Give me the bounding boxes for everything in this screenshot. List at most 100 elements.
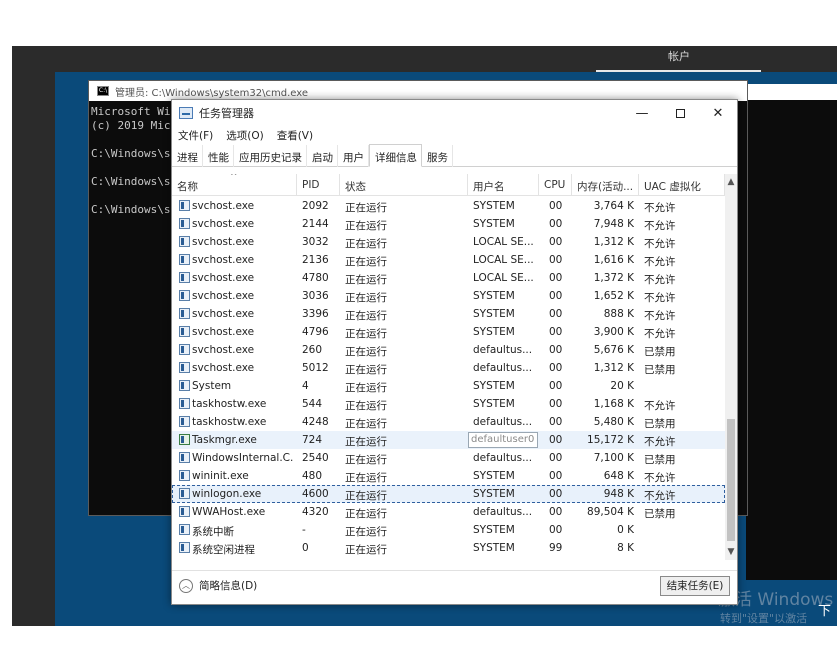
tab-startup[interactable]: 启动 bbox=[307, 145, 338, 167]
process-icon bbox=[179, 200, 190, 211]
process-cpu: 00 bbox=[549, 254, 563, 266]
process-name: taskhostw.exe bbox=[192, 398, 267, 410]
process-icon bbox=[179, 398, 190, 409]
process-username: LOCAL SE... bbox=[473, 236, 534, 248]
table-row[interactable]: 系统中断 - 正在运行 SYSTEM 00 0 K bbox=[172, 521, 725, 539]
task-manager-window[interactable]: 任务管理器 — ✕ 文件(F) 选项(O) 查看(V) 进程 性能 应用历史记录… bbox=[171, 99, 738, 605]
table-row[interactable]: WWAHost.exe 4320 正在运行 defaultus... 00 89,504 … bbox=[172, 503, 725, 521]
process-name: svchost.exe bbox=[192, 254, 255, 266]
process-name: svchost.exe bbox=[192, 344, 255, 356]
process-table[interactable]: 名称 ^ PID 状态 用户名 CPU 内存(活动... UAC 虚拟化 svc… bbox=[172, 174, 725, 560]
process-uac: 不允许 bbox=[644, 238, 676, 250]
process-username: LOCAL SE... bbox=[473, 254, 534, 266]
process-name: svchost.exe bbox=[192, 290, 255, 302]
process-status: 正在运行 bbox=[345, 256, 387, 268]
process-pid: - bbox=[302, 524, 306, 536]
table-row[interactable]: svchost.exe 3032 正在运行 LOCAL SE... 00 1,312 K 不… bbox=[172, 233, 725, 251]
process-uac: 不允许 bbox=[644, 436, 676, 448]
tab-users[interactable]: 用户 bbox=[338, 145, 369, 167]
process-pid: 3036 bbox=[302, 290, 329, 302]
process-memory: 648 K bbox=[603, 470, 634, 482]
column-header-status[interactable]: 状态 bbox=[340, 174, 468, 196]
tab-app-history[interactable]: 应用历史记录 bbox=[234, 145, 307, 167]
column-header-memory[interactable]: 内存(活动... bbox=[572, 174, 639, 196]
process-icon bbox=[179, 452, 190, 463]
account-tab[interactable]: 帐户 bbox=[668, 48, 690, 64]
table-row[interactable]: taskhostw.exe 544 正在运行 SYSTEM 00 1,168 K 不允许 bbox=[172, 395, 725, 413]
process-pid: 2092 bbox=[302, 200, 329, 212]
column-header-name[interactable]: 名称 ^ bbox=[172, 174, 297, 196]
table-row[interactable]: Taskmgr.exe 724 正在运行 defaultuser0 00 15,172 K… bbox=[172, 431, 725, 449]
vertical-scrollbar[interactable]: ▲ ▼ bbox=[725, 174, 737, 560]
process-uac: 已禁用 bbox=[644, 508, 676, 520]
table-row[interactable]: svchost.exe 3036 正在运行 SYSTEM 00 1,652 K 不允许 bbox=[172, 287, 725, 305]
process-name: svchost.exe bbox=[192, 218, 255, 230]
process-memory: 20 K bbox=[610, 380, 634, 392]
process-uac: 不允许 bbox=[644, 292, 676, 304]
table-row[interactable]: svchost.exe 5012 正在运行 defaultus... 00 1,312 K… bbox=[172, 359, 725, 377]
table-row[interactable]: taskhostw.exe 4248 正在运行 defaultus... 00 5,480… bbox=[172, 413, 725, 431]
process-status: 正在运行 bbox=[345, 274, 387, 286]
table-row[interactable]: svchost.exe 4796 正在运行 SYSTEM 00 3,900 K 不允许 bbox=[172, 323, 725, 341]
process-pid: 0 bbox=[302, 542, 309, 554]
maximize-button[interactable] bbox=[661, 100, 699, 126]
scroll-up-icon[interactable]: ▲ bbox=[725, 176, 737, 188]
tab-details[interactable]: 详细信息 bbox=[369, 144, 422, 167]
process-username: SYSTEM bbox=[473, 218, 515, 230]
process-name: 系统空闲进程 bbox=[192, 544, 255, 556]
process-memory: 1,616 K bbox=[593, 254, 634, 266]
process-icon bbox=[179, 218, 190, 229]
minimize-button[interactable]: — bbox=[623, 100, 661, 126]
process-cpu: 00 bbox=[549, 362, 563, 374]
menu-view[interactable]: 查看(V) bbox=[271, 126, 320, 144]
scroll-down-icon[interactable]: ▼ bbox=[725, 546, 737, 558]
minimize-icon: — bbox=[635, 105, 649, 121]
menu-options[interactable]: 选项(O) bbox=[220, 126, 270, 144]
cmd-titlebar[interactable]: C:\ 管理员: C:\Windows\system32\cmd.exe bbox=[89, 81, 747, 101]
tab-processes[interactable]: 进程 bbox=[172, 145, 203, 167]
fewer-details-button[interactable]: ︿ 简略信息(D) bbox=[179, 578, 257, 593]
column-header-cpu[interactable]: CPU bbox=[539, 174, 572, 196]
tab-performance[interactable]: 性能 bbox=[203, 145, 234, 167]
table-row[interactable]: svchost.exe 3396 正在运行 SYSTEM 00 888 K 不允许 bbox=[172, 305, 725, 323]
table-row[interactable]: WindowsInternal.C... 2540 正在运行 defaultus...… bbox=[172, 449, 725, 467]
column-header-pid[interactable]: PID bbox=[297, 174, 340, 196]
table-row[interactable]: svchost.exe 4780 正在运行 LOCAL SE... 00 1,372 K 不… bbox=[172, 269, 725, 287]
column-header-uac[interactable]: UAC 虚拟化 bbox=[639, 174, 725, 196]
cmd-icon: C:\ bbox=[97, 86, 109, 96]
process-cpu: 00 bbox=[549, 344, 563, 356]
table-row[interactable]: winlogon.exe 4600 正在运行 SYSTEM 00 948 K 不允许 bbox=[172, 485, 725, 503]
table-row[interactable]: 系统空闲进程 0 正在运行 SYSTEM 99 8 K bbox=[172, 539, 725, 557]
process-cpu: 00 bbox=[549, 416, 563, 428]
process-uac bbox=[644, 521, 722, 539]
scrollbar-thumb[interactable] bbox=[727, 419, 735, 541]
process-username: LOCAL SE... bbox=[473, 272, 534, 284]
process-username: SYSTEM bbox=[473, 488, 515, 500]
close-icon: ✕ bbox=[712, 105, 724, 121]
end-task-button[interactable]: 结束任务(E) bbox=[660, 576, 730, 596]
column-header-username[interactable]: 用户名 bbox=[468, 174, 539, 196]
table-row[interactable]: wininit.exe 480 正在运行 SYSTEM 00 648 K 不允许 bbox=[172, 467, 725, 485]
screen: { "desktop": { "account_tab": "帐户", "act… bbox=[0, 0, 837, 648]
process-username: defaultus... bbox=[473, 344, 533, 356]
task-manager-titlebar[interactable]: 任务管理器 — ✕ bbox=[172, 100, 737, 126]
process-icon bbox=[179, 488, 190, 499]
close-button[interactable]: ✕ bbox=[699, 100, 737, 126]
menu-file[interactable]: 文件(F) bbox=[172, 126, 220, 144]
process-memory: 7,100 K bbox=[593, 452, 634, 464]
process-cpu: 00 bbox=[549, 470, 563, 482]
table-row[interactable]: System 4 正在运行 SYSTEM 00 20 K bbox=[172, 377, 725, 395]
table-row[interactable]: svchost.exe 2136 正在运行 LOCAL SE... 00 1,616 K 不… bbox=[172, 251, 725, 269]
table-row[interactable]: svchost.exe 2144 正在运行 SYSTEM 00 7,948 K 不允许 bbox=[172, 215, 725, 233]
process-status: 正在运行 bbox=[345, 418, 387, 430]
table-row[interactable]: svchost.exe 2092 正在运行 SYSTEM 00 3,764 K 不允许 bbox=[172, 197, 725, 215]
process-uac: 不允许 bbox=[644, 400, 676, 412]
process-icon bbox=[179, 290, 190, 301]
process-name: Taskmgr.exe bbox=[192, 434, 257, 446]
process-icon bbox=[179, 380, 190, 391]
process-uac: 不允许 bbox=[644, 472, 676, 484]
process-pid: 3032 bbox=[302, 236, 329, 248]
process-username: SYSTEM bbox=[473, 200, 515, 212]
table-row[interactable]: svchost.exe 260 正在运行 defaultus... 00 5,676 K 已… bbox=[172, 341, 725, 359]
tab-services[interactable]: 服务 bbox=[422, 145, 453, 167]
